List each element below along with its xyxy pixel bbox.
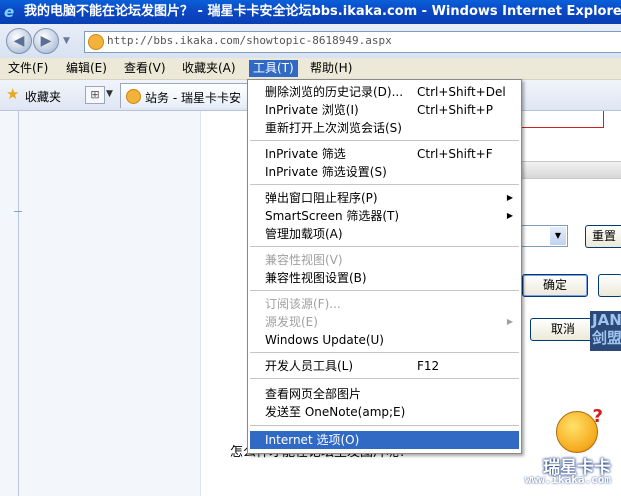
dialog-strip — [520, 161, 621, 179]
menu-bar: 文件(F) 编辑(E) 查看(V) 收藏夹(A) 工具(T) 帮助(H) — [0, 58, 621, 80]
submenu-arrow-icon: ▶ — [506, 317, 513, 326]
tools-menu: 删除浏览的历史记录(D)... Ctrl+Shift+Del InPrivate … — [247, 79, 522, 454]
menu-tools[interactable]: 工具(T) — [249, 60, 298, 77]
jan-logo: JAN 剑盟 — [590, 311, 621, 351]
menu-separator — [250, 425, 519, 426]
menu-send-to-onenote[interactable]: 发送至 OneNote(amp;E) — [250, 403, 519, 421]
submenu-arrow-icon: ▶ — [506, 193, 513, 202]
chevron-down-icon[interactable]: ▼ — [550, 227, 566, 245]
address-bar[interactable]: http://bbs.ikaka.com/showtopic-8618949.a… — [84, 31, 621, 53]
left-panel — [0, 111, 201, 496]
ok-button[interactable]: 确定 — [522, 274, 588, 297]
menu-internet-options[interactable]: Internet 选项(O) — [250, 431, 519, 449]
panel-divider — [18, 111, 19, 496]
address-url[interactable]: http://bbs.ikaka.com/showtopic-8618949.a… — [107, 34, 392, 47]
menu-view[interactable]: 查看(V) — [120, 60, 170, 77]
dialog-button-partial[interactable] — [598, 274, 621, 297]
menu-subscribe-feed: 订阅该源(F)... — [265, 297, 341, 311]
forward-button[interactable]: ▶ — [33, 28, 59, 54]
watermark-url: www.ikaka.com — [524, 473, 611, 486]
menu-view-all-images[interactable]: 查看网页全部图片 — [250, 385, 519, 403]
question-mark-icon: ? — [592, 406, 603, 427]
tab-list-dropdown-icon[interactable]: ▼ — [106, 86, 118, 102]
quick-tabs-icon[interactable]: ⊞ — [85, 86, 105, 104]
menu-separator — [250, 246, 519, 247]
watermark: 瑞星卡卡 www.ikaka.com — [505, 451, 617, 491]
submenu-arrow-icon: ▶ — [506, 211, 513, 220]
favorites-star-icon[interactable]: ★ — [6, 87, 19, 102]
menu-popup-blocker[interactable]: 弹出窗口阻止程序(P) ▶ — [250, 189, 519, 207]
menu-manage-addons[interactable]: 管理加载项(A) — [250, 225, 519, 243]
menu-favorites[interactable]: 收藏夹(A) — [178, 60, 240, 77]
recent-pages-dropdown-icon[interactable]: ▼ — [63, 36, 70, 46]
menu-feed-discovery: 源发现(E) ▶ — [265, 315, 513, 329]
menu-separator — [250, 140, 519, 141]
tab-label: 站务 - 瑞星卡卡安 — [145, 91, 241, 105]
window-title: 我的电脑不能在论坛发图片？ - 瑞星卡卡安全论坛bbs.ikaka.com - … — [24, 4, 621, 19]
back-button[interactable]: ◀ — [6, 28, 32, 54]
title-bar: e 我的电脑不能在论坛发图片？ - 瑞星卡卡安全论坛bbs.ikaka.com … — [0, 0, 621, 24]
menu-developer-tools[interactable]: 开发人员工具(L) F12 — [250, 357, 519, 375]
menu-smartscreen[interactable]: SmartScreen 筛选器(T) ▶ — [250, 207, 519, 225]
menu-windows-update[interactable]: Windows Update(U) — [250, 331, 519, 349]
menu-help[interactable]: 帮助(H) — [306, 60, 356, 77]
menu-inprivate-browsing[interactable]: InPrivate 浏览(I) Ctrl+Shift+P — [250, 101, 519, 119]
site-favicon-icon — [88, 34, 104, 50]
tab-favicon-icon — [126, 89, 141, 104]
browser-tab[interactable]: 站务 - 瑞星卡卡安 — [120, 83, 252, 108]
panel-tick — [14, 211, 22, 212]
dialog-select[interactable]: ▼ — [520, 225, 568, 247]
menu-separator — [250, 352, 519, 353]
menu-separator — [250, 290, 519, 291]
menu-separator — [250, 378, 519, 379]
menu-compat-view: 兼容性视图(V) — [265, 253, 343, 267]
menu-inprivate-filter-settings[interactable]: InPrivate 筛选设置(S) — [250, 163, 519, 181]
menu-compat-view-settings[interactable]: 兼容性视图设置(B) — [250, 269, 519, 287]
menu-separator — [250, 184, 519, 185]
menu-file[interactable]: 文件(F) — [4, 60, 52, 77]
favorites-button[interactable]: 收藏夹 — [25, 88, 61, 105]
menu-inprivate-filter[interactable]: InPrivate 筛选 Ctrl+Shift+F — [250, 145, 519, 163]
mascot-emoticon-icon: ? — [556, 406, 603, 453]
menu-delete-history[interactable]: 删除浏览的历史记录(D)... Ctrl+Shift+Del — [250, 83, 519, 101]
ie-logo-icon: e — [4, 3, 15, 21]
reset-button[interactable]: 重置 — [585, 225, 621, 248]
menu-edit[interactable]: 编辑(E) — [62, 60, 111, 77]
cancel-button[interactable]: 取消 — [530, 318, 596, 341]
navigation-bar: ◀ ▶ ▼ http://bbs.ikaka.com/showtopic-861… — [0, 24, 621, 59]
menu-reopen-session[interactable]: 重新打开上次浏览会话(S) — [250, 119, 519, 137]
